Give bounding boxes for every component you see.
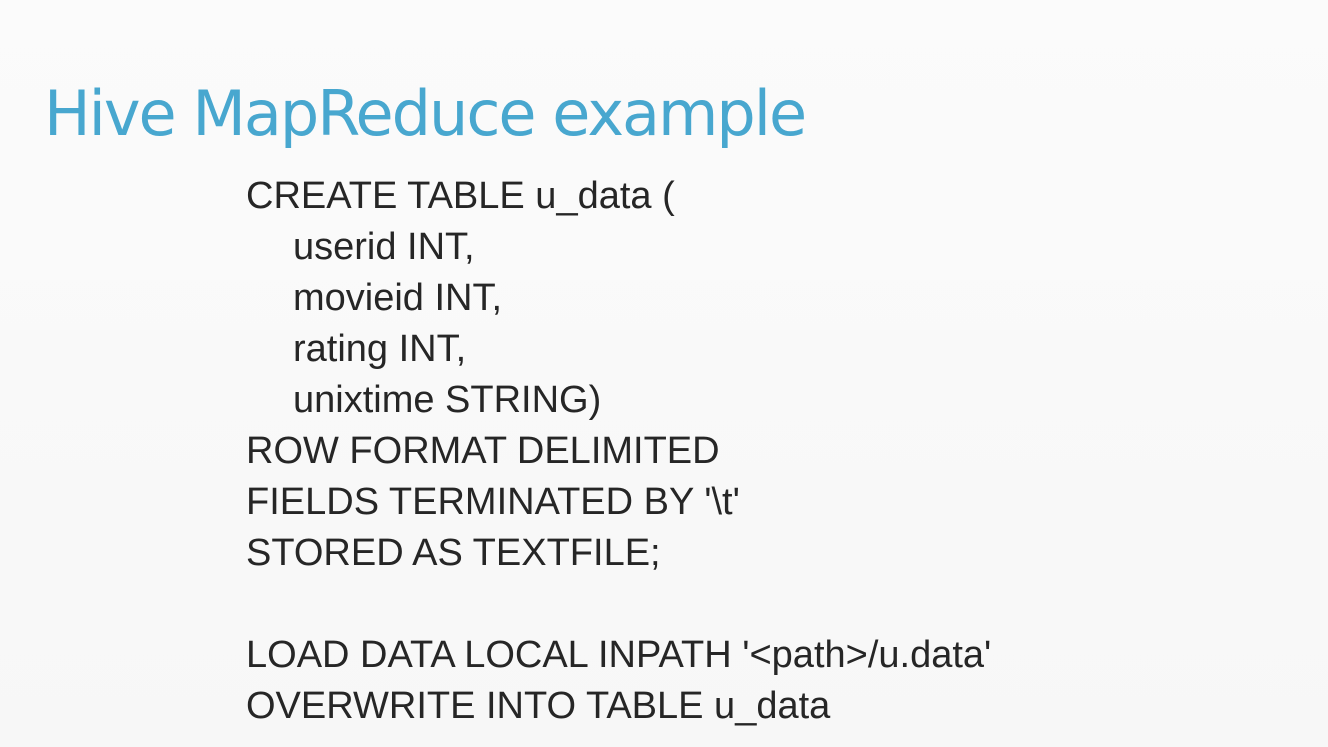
code-line: movieid INT, [293, 277, 503, 319]
code-line: LOAD DATA LOCAL INPATH '<path>/u.data' [246, 634, 992, 676]
code-line: FIELDS TERMINATED BY '\t' [246, 481, 740, 523]
code-line: CREATE TABLE u_data ( [246, 175, 675, 217]
code-line: rating INT, [293, 328, 467, 370]
code-line: OVERWRITE INTO TABLE u_data [246, 685, 831, 727]
code-line: STORED AS TEXTFILE; [246, 532, 661, 574]
code-line: userid INT, [293, 226, 475, 268]
slide-title: Hive MapReduce example [44, 77, 807, 150]
code-line: unixtime STRING) [293, 379, 602, 421]
code-line: ROW FORMAT DELIMITED [246, 430, 720, 472]
slide: Hive MapReduce example CREATE TABLE u_da… [0, 0, 1328, 747]
code-block: CREATE TABLE u_data ( userid INT, moviei… [246, 171, 991, 732]
